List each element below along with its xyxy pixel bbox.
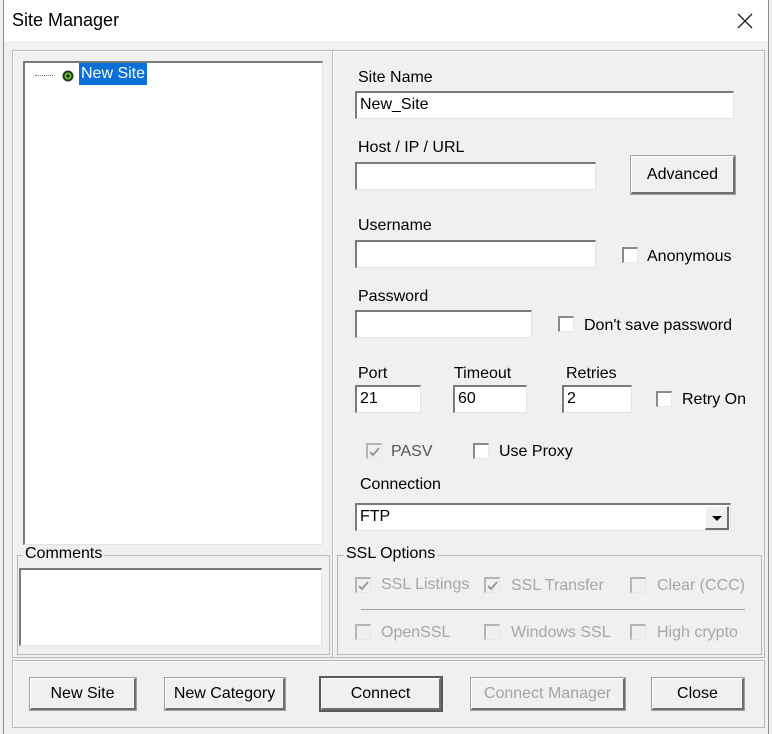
windows-ssl-checkbox[interactable] (484, 624, 500, 640)
comments-textarea[interactable] (19, 568, 322, 646)
username-input[interactable] (355, 240, 596, 268)
connect-button[interactable]: Connect (321, 678, 441, 710)
use-proxy-label: Use Proxy (499, 443, 573, 460)
dont-save-password-checkbox[interactable] (558, 316, 574, 332)
site-node-icon (62, 69, 74, 82)
title-bar: Site Manager (4, 0, 768, 41)
site-tree[interactable]: New Site (23, 61, 323, 545)
high-crypto-checkbox[interactable] (630, 624, 646, 640)
host-label: Host / IP / URL (358, 139, 465, 156)
close-x-icon[interactable] (732, 8, 758, 34)
ssl-listings-checkbox[interactable] (355, 577, 371, 593)
timeout-label: Timeout (454, 365, 512, 382)
openssl-label: OpenSSL (381, 624, 451, 641)
ssl-transfer-label: SSL Transfer (511, 577, 604, 594)
site-manager-window: Site Manager New Site Site Name New_Site… (3, 0, 769, 734)
chevron-down-icon (712, 516, 722, 521)
high-crypto-label: High crypto (657, 624, 738, 641)
username-label: Username (358, 217, 432, 234)
clear-ccc-checkbox[interactable] (630, 577, 646, 593)
site-name-input[interactable]: New_Site (355, 91, 734, 119)
site-name-label: Site Name (358, 69, 433, 86)
openssl-checkbox[interactable] (355, 624, 371, 640)
retry-on-checkbox[interactable] (656, 391, 672, 407)
host-input[interactable] (355, 162, 596, 190)
new-site-button[interactable]: New Site (30, 678, 136, 710)
ssl-transfer-checkbox[interactable] (484, 577, 500, 593)
dont-save-password-label: Don't save password (584, 317, 733, 334)
anonymous-checkbox[interactable] (622, 247, 638, 263)
windows-ssl-label: Windows SSL (511, 624, 611, 641)
clear-ccc-label: Clear (CCC) (657, 577, 745, 594)
connection-dropdown-button[interactable] (705, 506, 729, 530)
close-button[interactable]: Close (652, 678, 744, 710)
tree-connector (35, 75, 53, 76)
comments-label: Comments (23, 545, 105, 563)
retries-input[interactable]: 2 (562, 385, 632, 413)
retry-on-label: Retry On (682, 391, 747, 408)
timeout-input[interactable]: 60 (453, 385, 527, 413)
pasv-checkbox[interactable] (366, 443, 382, 459)
tree-item-new-site[interactable]: New Site (79, 63, 148, 85)
ssl-options-label: SSL Options (344, 545, 438, 563)
connect-manager-button[interactable]: Connect Manager (471, 678, 625, 710)
anonymous-label: Anonymous (647, 248, 732, 265)
port-label: Port (358, 365, 388, 382)
divider (333, 51, 334, 657)
use-proxy-checkbox[interactable] (473, 443, 489, 459)
password-input[interactable] (355, 310, 532, 338)
port-input[interactable]: 21 (355, 385, 421, 413)
advanced-button[interactable]: Advanced (631, 156, 735, 194)
window-title: Site Manager (12, 10, 120, 30)
ssl-listings-label: SSL Listings (381, 576, 470, 593)
password-label: Password (358, 288, 429, 305)
pasv-label: PASV (391, 443, 433, 460)
new-category-button[interactable]: New Category (165, 678, 285, 710)
connection-select[interactable]: FTP (355, 503, 731, 531)
ssl-separator (361, 609, 745, 610)
connection-label: Connection (360, 476, 441, 493)
retries-label: Retries (566, 365, 617, 382)
